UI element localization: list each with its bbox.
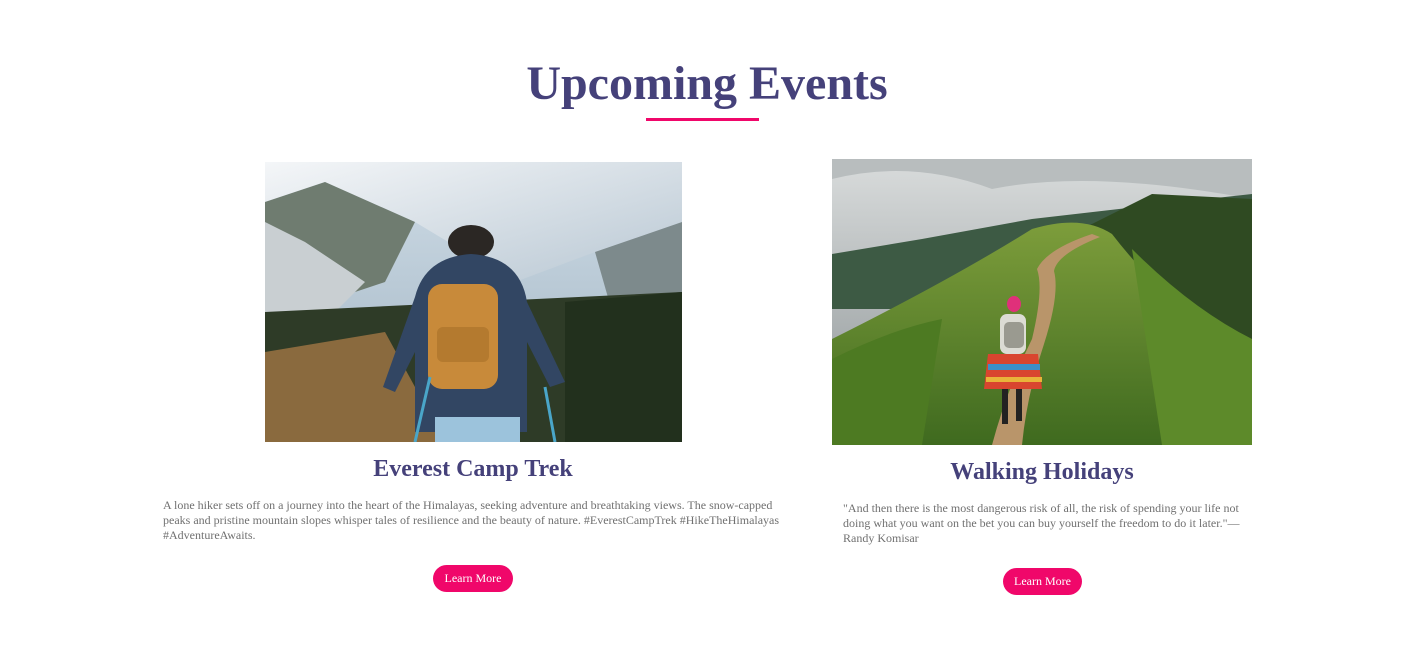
hiker-mountain-photo-icon	[265, 162, 682, 442]
event-image-walking	[832, 159, 1252, 445]
event-title: Everest Camp Trek	[373, 456, 573, 482]
learn-more-button[interactable]: Learn More	[433, 565, 513, 592]
walker-green-ridge-photo-icon	[832, 159, 1252, 445]
event-title: Walking Holidays	[950, 459, 1134, 485]
event-image-everest	[265, 162, 682, 442]
event-description: "And then there is the most dangerous ri…	[843, 501, 1240, 545]
title-underline	[646, 118, 759, 121]
section-title: Upcoming Events	[526, 57, 888, 110]
learn-more-button[interactable]: Learn More	[1003, 568, 1082, 595]
event-description: A lone hiker sets off on a journey into …	[163, 498, 780, 542]
